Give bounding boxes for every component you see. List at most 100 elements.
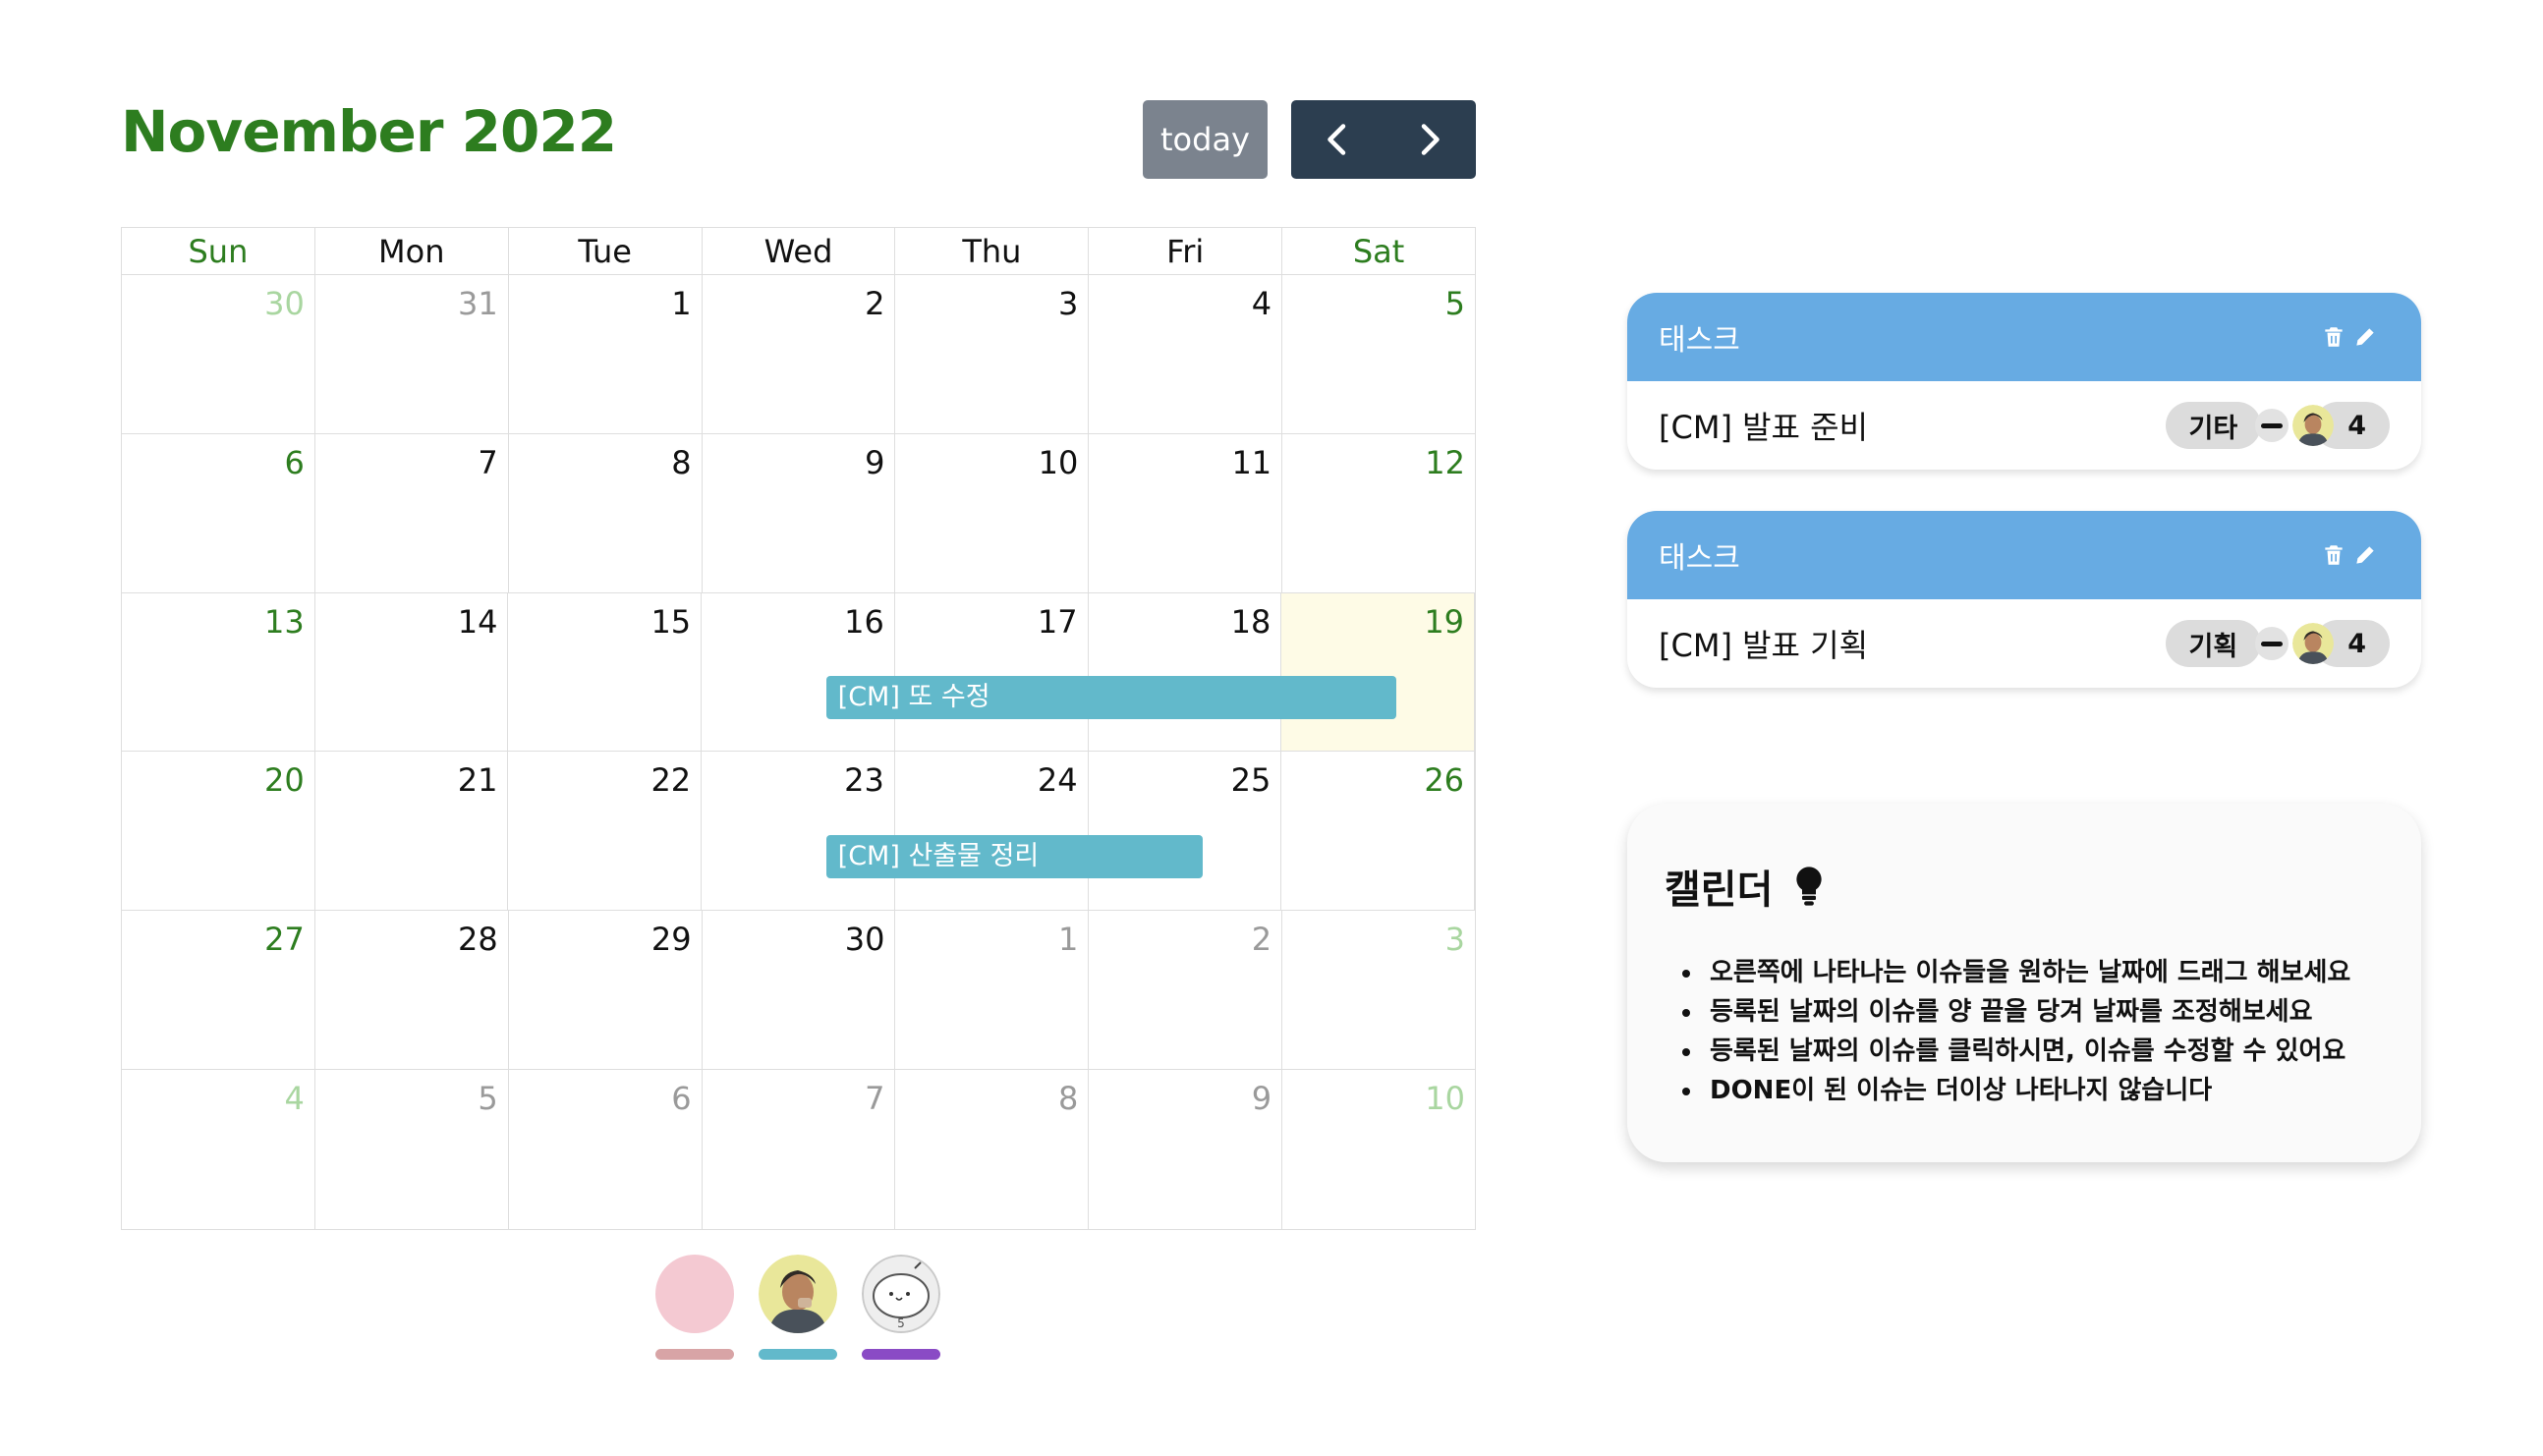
- calendar-day[interactable]: 28: [315, 911, 509, 1069]
- avatar: [759, 1255, 837, 1333]
- calendar-day[interactable]: 4: [122, 1069, 315, 1229]
- member-filter-item[interactable]: [759, 1255, 839, 1360]
- calendar-day[interactable]: 16: [702, 592, 895, 752]
- day-number: 17: [1037, 602, 1078, 641]
- calendar-day[interactable]: 13: [122, 592, 315, 752]
- task-title: [CM] 발표 준비: [1659, 409, 1869, 446]
- calendar-day[interactable]: 31: [315, 275, 509, 433]
- help-item: 등록된 날짜의 이슈를 양 끝을 당겨 날짜를 조정해보세요: [1704, 992, 2350, 1032]
- calendar-day[interactable]: 17: [895, 592, 1089, 752]
- calendar-week: 13 14 15 16 17 18 19 [CM] 또 수정: [122, 592, 1476, 753]
- task-card[interactable]: 태스크 [CM] 발표 기획 기획 4: [1627, 511, 2421, 688]
- calendar-day[interactable]: 15: [508, 592, 703, 752]
- day-number: 12: [1425, 443, 1466, 481]
- weekday-mon: Mon: [315, 228, 509, 274]
- calendar-day[interactable]: 18: [1089, 592, 1282, 752]
- weekday-sat: Sat: [1352, 232, 1405, 270]
- calendar-day[interactable]: 7: [703, 1069, 896, 1229]
- calendar-day[interactable]: 9: [703, 433, 896, 592]
- day-number: 23: [844, 761, 884, 800]
- day-number: 24: [1037, 761, 1078, 800]
- help-item: 등록된 날짜의 이슈를 클릭하시면, 이슈를 수정할 수 있어요: [1704, 1032, 2350, 1071]
- calendar-day[interactable]: 6: [122, 433, 315, 592]
- calendar-day[interactable]: 29: [509, 911, 703, 1069]
- calendar-day[interactable]: 19: [1281, 592, 1476, 752]
- calendar-day[interactable]: 7: [315, 433, 509, 592]
- calendar-day[interactable]: 6: [509, 1069, 703, 1229]
- day-number: 8: [671, 443, 692, 481]
- calendar-day[interactable]: 23: [702, 752, 895, 911]
- calendar-day[interactable]: 8: [509, 433, 703, 592]
- calendar-day[interactable]: 1: [895, 911, 1090, 1069]
- help-item: 오른쪽에 나타나는 이슈들을 원하는 날짜에 드래그 해보세요: [1704, 953, 2350, 992]
- calendar-day[interactable]: 4: [1089, 275, 1283, 433]
- minus-icon[interactable]: [2255, 627, 2289, 660]
- calendar-day[interactable]: 21: [315, 752, 509, 911]
- calendar-event[interactable]: [CM] 산출물 정리: [825, 835, 1203, 879]
- trash-icon[interactable]: [2321, 324, 2346, 350]
- task-meta: 기타 4: [2165, 402, 2390, 449]
- calendar-week: 20 21 22 23 24 25 26 [CM] 산출물 정리: [122, 752, 1476, 912]
- chevron-right-icon: [1421, 124, 1440, 155]
- day-number: 2: [1251, 921, 1272, 959]
- calendar-day[interactable]: 2: [1089, 911, 1283, 1069]
- calendar-day[interactable]: 24: [895, 752, 1089, 911]
- day-number: 6: [284, 443, 305, 481]
- calendar-event[interactable]: [CM] 또 수정: [825, 676, 1396, 720]
- task-card-body: [CM] 발표 준비 기타 4: [1627, 381, 2421, 470]
- calendar-day[interactable]: 10: [895, 433, 1090, 592]
- member-filter-item[interactable]: [655, 1255, 736, 1360]
- calendar-day[interactable]: 25: [1089, 752, 1282, 911]
- avatar: [2292, 623, 2335, 664]
- calendar-day[interactable]: 27: [122, 911, 315, 1069]
- calendar-day[interactable]: 5: [315, 1069, 509, 1229]
- calendar-day[interactable]: 8: [895, 1069, 1090, 1229]
- calendar-day[interactable]: 1: [509, 275, 703, 433]
- edit-icon[interactable]: [2352, 324, 2378, 350]
- minus-icon[interactable]: [2255, 409, 2289, 442]
- calendar-day[interactable]: 14: [315, 592, 509, 752]
- member-color-bar: [759, 1349, 837, 1360]
- category-chip[interactable]: 기획: [2165, 620, 2262, 667]
- task-meta: 기획 4: [2165, 620, 2390, 667]
- day-number: 10: [1425, 1079, 1466, 1117]
- day-number: 3: [1057, 285, 1079, 322]
- calendar-day[interactable]: 30: [122, 275, 315, 433]
- day-number: 9: [1251, 1079, 1272, 1117]
- edit-icon[interactable]: [2352, 542, 2378, 568]
- calendar-day[interactable]: 3: [895, 275, 1090, 433]
- lightbulb-icon: [1796, 867, 1823, 906]
- day-number: 29: [650, 921, 692, 959]
- task-title: [CM] 발표 기획: [1659, 627, 1869, 664]
- day-number: 21: [457, 761, 498, 800]
- calendar-day[interactable]: 3: [1282, 911, 1475, 1069]
- calendar-day[interactable]: 5: [1282, 275, 1475, 433]
- task-card-body: [CM] 발표 기획 기획 4: [1627, 599, 2421, 688]
- next-month-button[interactable]: [1384, 100, 1476, 179]
- category-chip[interactable]: 기타: [2165, 402, 2262, 449]
- day-number: 19: [1424, 602, 1465, 641]
- member-filter-item[interactable]: 5: [862, 1255, 942, 1360]
- calendar-day[interactable]: 20: [122, 752, 315, 911]
- help-item: DONE이 된 이슈는 더이상 나타나지 않습니다: [1704, 1071, 2350, 1110]
- calendar-day[interactable]: 10: [1282, 1070, 1475, 1229]
- day-number: 13: [264, 602, 305, 641]
- task-card[interactable]: 태스크 [CM] 발표 준비 기타 4: [1627, 293, 2421, 470]
- calendar-day[interactable]: 12: [1282, 434, 1475, 592]
- help-list: 오른쪽에 나타나는 이슈들을 원하는 날짜에 드래그 해보세요 등록된 날짜의 …: [1665, 953, 2350, 1110]
- day-number: 3: [1444, 921, 1466, 959]
- calendar-day[interactable]: 2: [703, 275, 896, 433]
- day-number: 16: [844, 602, 884, 641]
- calendar-day[interactable]: 22: [508, 752, 703, 911]
- prev-month-button[interactable]: [1291, 100, 1384, 179]
- day-number: 2: [865, 285, 885, 322]
- calendar-day[interactable]: 9: [1089, 1069, 1283, 1229]
- calendar-day[interactable]: 30: [703, 911, 896, 1069]
- day-number: 31: [458, 285, 498, 322]
- task-card-header: 태스크: [1627, 511, 2421, 599]
- today-button[interactable]: today: [1143, 100, 1268, 179]
- trash-icon[interactable]: [2321, 542, 2346, 568]
- calendar-day[interactable]: 11: [1089, 433, 1283, 592]
- calendar-week: 27 28 29 30 1 2 3: [122, 911, 1475, 1070]
- calendar-day[interactable]: 26: [1281, 752, 1476, 911]
